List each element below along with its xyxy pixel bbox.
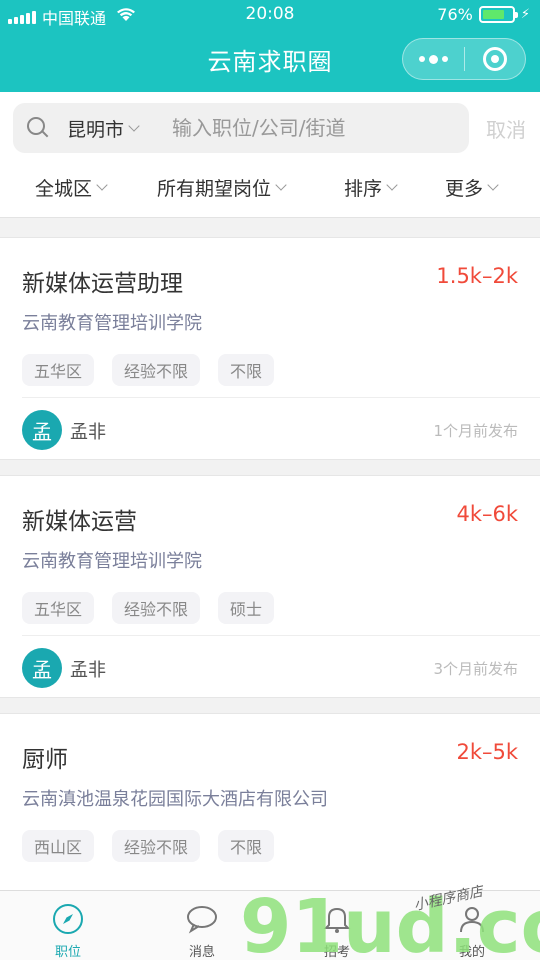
- tag-experience: 经验不限: [112, 592, 201, 624]
- tab-label: 消息: [188, 945, 215, 960]
- filter-more-label: 更多: [445, 178, 484, 200]
- filter-position[interactable]: 所有期望岗位: [157, 174, 287, 201]
- chevron-down-icon: [128, 119, 140, 132]
- battery-icon: [478, 6, 518, 23]
- app-header: 中国联通 20:08 76% ⚡ 云南求职圈: [0, 0, 540, 92]
- job-salary: 1.5k–2k: [436, 264, 518, 288]
- avatar: 孟: [22, 648, 62, 688]
- tag-district: 西山区: [22, 830, 95, 862]
- compass-icon: [53, 904, 83, 934]
- watermark: 91ud.com 小程序商店: [240, 880, 540, 960]
- poster-name: 孟非: [70, 660, 106, 681]
- company-name: 云南滇池温泉花园国际大酒店有限公司: [22, 789, 328, 810]
- chat-bubble-icon: [187, 906, 217, 934]
- target-icon: [482, 47, 507, 71]
- posted-time: 3个月前发布: [433, 660, 518, 678]
- poster-name: 孟非: [70, 422, 106, 443]
- card-footer: 孟 孟非 1个月前发布: [22, 397, 540, 461]
- filter-more[interactable]: 更多: [445, 174, 499, 201]
- charging-icon: ⚡: [520, 7, 530, 22]
- search-input[interactable]: [172, 116, 403, 140]
- filter-sort-label: 排序: [344, 178, 383, 200]
- tab-jobs[interactable]: 职位: [18, 891, 118, 960]
- job-salary: 4k–6k: [456, 502, 518, 526]
- job-tags: 西山区 经验不限 不限: [22, 830, 275, 862]
- tag-experience: 经验不限: [112, 830, 201, 862]
- watermark-logo-text: 91ud.com: [240, 884, 540, 960]
- job-card[interactable]: 新媒体运营助理 1.5k–2k 云南教育管理培训学院 五华区 经验不限 不限 孟…: [0, 237, 540, 460]
- miniprogram-capsule: [402, 38, 526, 80]
- tag-experience: 经验不限: [112, 354, 201, 386]
- job-title: 厨师: [22, 747, 68, 773]
- posted-time: 1个月前发布: [433, 422, 518, 440]
- job-tags: 五华区 经验不限 不限: [22, 354, 275, 386]
- job-title: 新媒体运营: [22, 509, 137, 535]
- status-bar: 中国联通 20:08 76% ⚡: [0, 0, 540, 30]
- company-name: 云南教育管理培训学院: [22, 313, 202, 334]
- tab-label: 职位: [54, 945, 81, 960]
- search-box: 昆明市: [13, 103, 469, 153]
- tag-education: 硕士: [218, 592, 275, 624]
- job-tags: 五华区 经验不限 硕士: [22, 592, 275, 624]
- filter-bar: 全城区 所有期望岗位 排序 更多: [0, 162, 540, 212]
- tab-messages[interactable]: 消息: [152, 891, 252, 960]
- battery-percent: 76%: [437, 5, 473, 24]
- tag-education: 不限: [218, 830, 275, 862]
- chevron-down-icon: [275, 179, 287, 191]
- filter-sort[interactable]: 排序: [344, 174, 398, 201]
- search-panel: 昆明市 取消 全城区 所有期望岗位 排序 更多: [0, 92, 540, 218]
- chevron-down-icon: [386, 179, 398, 191]
- filter-district-label: 全城区: [35, 178, 93, 200]
- close-miniprogram-button[interactable]: [464, 39, 525, 79]
- chevron-down-icon: [96, 179, 108, 191]
- job-card[interactable]: 新媒体运营 4k–6k 云南教育管理培训学院 五华区 经验不限 硕士 孟 孟非 …: [0, 475, 540, 698]
- company-name: 云南教育管理培训学院: [22, 551, 202, 572]
- city-label: 昆明市: [67, 118, 125, 141]
- more-menu-button[interactable]: [403, 39, 464, 79]
- card-footer: 孟 孟非 3个月前发布: [22, 635, 540, 699]
- chevron-down-icon: [487, 179, 499, 191]
- job-salary: 2k–5k: [456, 740, 518, 764]
- filter-position-label: 所有期望岗位: [157, 178, 272, 200]
- tag-district: 五华区: [22, 354, 95, 386]
- more-dots-icon: [418, 54, 448, 64]
- avatar: 孟: [22, 410, 62, 450]
- search-icon: [27, 117, 49, 139]
- tag-education: 不限: [218, 354, 275, 386]
- filter-district[interactable]: 全城区: [35, 174, 108, 201]
- tag-district: 五华区: [22, 592, 95, 624]
- job-title: 新媒体运营助理: [22, 271, 183, 297]
- city-selector[interactable]: 昆明市: [67, 115, 140, 142]
- cancel-button[interactable]: 取消: [486, 114, 526, 143]
